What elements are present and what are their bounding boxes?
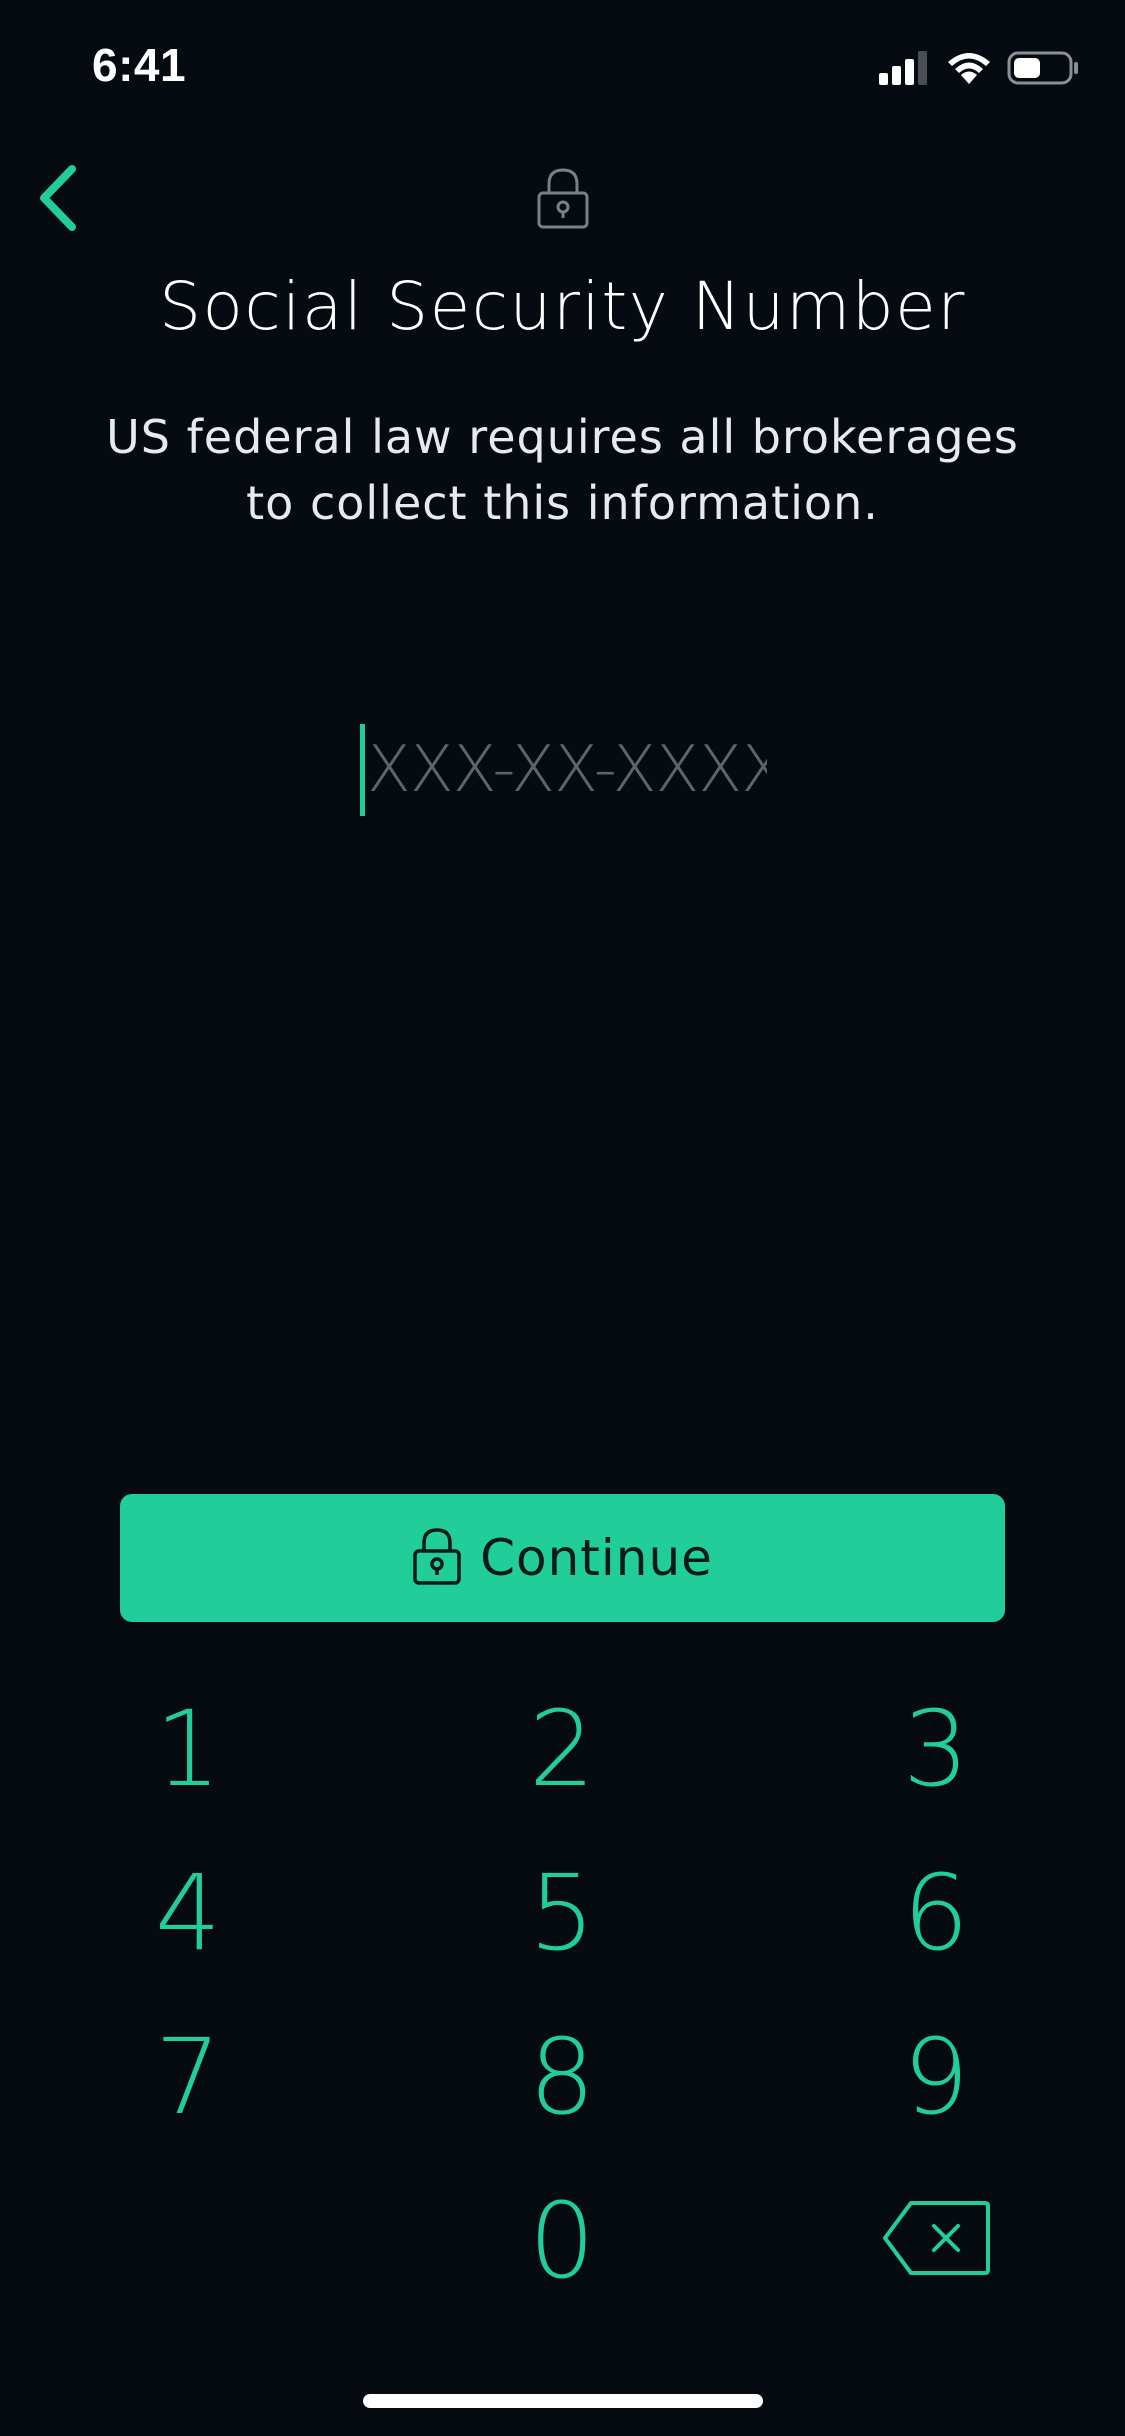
back-button[interactable] <box>18 160 98 240</box>
key-2[interactable]: 2 <box>462 1684 662 1814</box>
key-8[interactable]: 8 <box>462 2012 662 2142</box>
padlock-icon <box>412 1526 462 1590</box>
key-0[interactable]: 0 <box>462 2176 662 2306</box>
padlock-icon <box>536 166 590 230</box>
status-icons <box>879 50 1081 90</box>
home-indicator[interactable] <box>363 2394 763 2408</box>
backspace-icon <box>881 2180 991 2302</box>
key-5[interactable]: 5 <box>462 1848 662 1978</box>
text-caret <box>360 724 365 816</box>
wifi-icon <box>945 50 993 90</box>
page-title: Social Security Number <box>159 268 966 345</box>
status-time: 6:41 <box>92 39 187 91</box>
chevron-left-icon <box>36 165 80 235</box>
battery-icon <box>1007 50 1081 90</box>
key-1[interactable]: 1 <box>88 1684 288 1814</box>
key-4[interactable]: 4 <box>88 1848 288 1978</box>
key-7[interactable]: 7 <box>88 2012 288 2142</box>
ssn-entry-screen: 6:41 Social Security Number US federal l… <box>0 0 1125 2436</box>
cellular-signal-icon <box>879 51 931 89</box>
key-9[interactable]: 9 <box>836 2012 1036 2142</box>
backspace-key[interactable] <box>836 2176 1036 2306</box>
page-subtitle: US federal law requires all brokerages t… <box>106 410 1019 530</box>
key-3[interactable]: 3 <box>836 1684 1036 1814</box>
continue-button[interactable]: Continue <box>120 1494 1005 1622</box>
key-6[interactable]: 6 <box>836 1848 1036 1978</box>
continue-label: Continue <box>480 1529 713 1587</box>
ssn-field[interactable] <box>360 722 780 818</box>
ssn-input[interactable] <box>367 733 767 807</box>
